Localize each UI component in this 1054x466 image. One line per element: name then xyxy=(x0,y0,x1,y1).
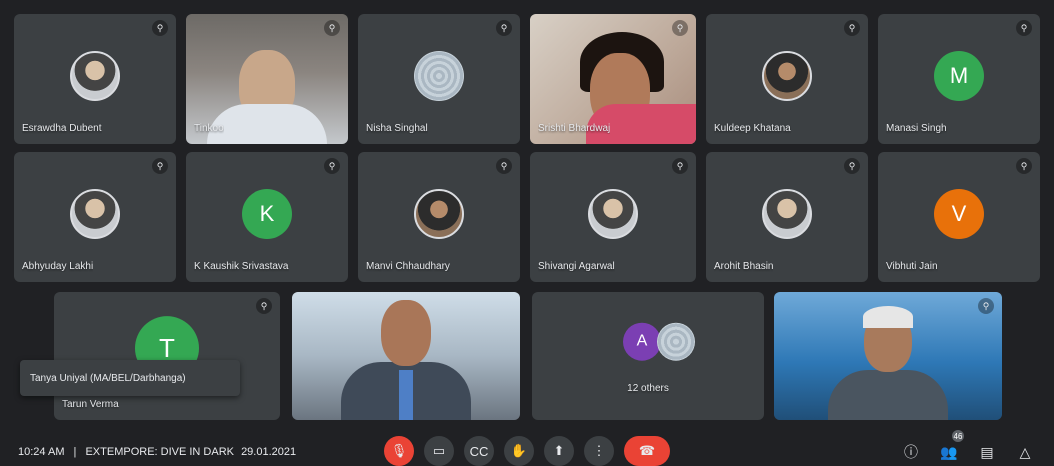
pin-icon[interactable]: ⚲ xyxy=(152,158,168,174)
participant-name: K Kaushik Srivastava xyxy=(194,261,289,272)
pin-icon[interactable]: ⚲ xyxy=(672,20,688,36)
others-avatar-a: A xyxy=(623,322,661,361)
activities-button[interactable]: △ xyxy=(1014,442,1036,462)
pin-icon[interactable]: ⚲ xyxy=(256,298,272,314)
info-icon: ⓘ xyxy=(904,444,918,460)
name-tooltip: Tanya Uniyal (MA/BEL/Darbhanga) xyxy=(20,360,240,396)
participant-tile[interactable]: M ⚲ Manasi Singh xyxy=(878,14,1040,144)
participant-name: Tinkoo xyxy=(194,123,224,134)
present-icon: ⬆ xyxy=(553,443,565,458)
participant-video xyxy=(292,292,520,420)
chat-button[interactable]: ▤ xyxy=(976,442,998,462)
participant-avatar xyxy=(414,51,464,101)
end-call-icon: ☎ xyxy=(638,443,656,458)
pin-icon[interactable]: ⚲ xyxy=(1016,20,1032,36)
participant-tile[interactable]: K ⚲ K Kaushik Srivastava xyxy=(186,152,348,282)
participant-name: Manvi Chhaudhary xyxy=(366,261,450,272)
pin-icon[interactable]: ⚲ xyxy=(844,158,860,174)
participant-tile[interactable]: ⚲ Shivangi Agarwal xyxy=(530,152,696,282)
participant-tile[interactable]: ⚲ Abhyuday Lakhi xyxy=(14,152,176,282)
participant-name: Shivangi Agarwal xyxy=(538,261,615,272)
meeting-date: 29.01.2021 xyxy=(241,446,297,458)
participant-avatar xyxy=(588,189,638,239)
pin-icon[interactable]: ⚲ xyxy=(324,20,340,36)
participant-avatar: K xyxy=(242,189,292,239)
participant-avatar: V xyxy=(934,189,984,239)
participant-avatar xyxy=(414,189,464,239)
pin-icon[interactable]: ⚲ xyxy=(672,158,688,174)
meeting-time: 10:24 AM xyxy=(18,446,65,458)
participant-tile[interactable]: ⚲ Arohit Bhasin xyxy=(706,152,868,282)
participant-tile-others[interactable]: A 12 others xyxy=(532,292,764,420)
participant-name: Arohit Bhasin xyxy=(714,261,774,272)
people-button[interactable]: 👥 xyxy=(938,442,960,462)
people-icon: 👥 xyxy=(940,443,958,460)
pin-icon[interactable]: ⚲ xyxy=(844,20,860,36)
participant-tile[interactable]: ⚲ xyxy=(774,292,1002,420)
pin-icon[interactable]: ⚲ xyxy=(496,158,512,174)
hand-icon: ✋ xyxy=(510,443,528,458)
camera-icon: ▭ xyxy=(432,443,446,458)
pin-icon[interactable]: ⚲ xyxy=(978,298,994,314)
participant-tile[interactable]: V ⚲ Vibhuti Jain xyxy=(878,152,1040,282)
participant-avatar: M xyxy=(934,51,984,101)
meeting-title: EXTEMPORE: DIVE IN DARK xyxy=(85,446,234,458)
pin-icon[interactable]: ⚲ xyxy=(496,20,512,36)
participant-name: Tarun Verma xyxy=(62,399,119,410)
participant-tile[interactable]: ⚲ Manvi Chhaudhary xyxy=(358,152,520,282)
participant-avatar xyxy=(70,189,120,239)
participant-tile[interactable]: ⚲ Esrawdha Dubent xyxy=(14,14,176,144)
participant-avatar xyxy=(70,51,120,101)
participant-name: Vibhuti Jain xyxy=(886,261,938,272)
participant-tile[interactable]: ⚲ Tinkoo xyxy=(186,14,348,144)
participant-tile[interactable]: T ⚲ Tarun Verma xyxy=(54,292,280,420)
participant-tile[interactable]: ⚲ Nisha Singhal xyxy=(358,14,520,144)
captions-icon: CC xyxy=(469,443,489,459)
participant-avatar xyxy=(762,189,812,239)
participant-video xyxy=(774,292,1002,420)
separator: | xyxy=(73,446,77,458)
participant-name: Manasi Singh xyxy=(886,123,947,134)
participant-name: Srishti Bhardwaj xyxy=(538,123,611,134)
participant-name: Kuldeep Khatana xyxy=(714,123,791,134)
participant-count-badge: 46 xyxy=(952,430,964,442)
mic-off-icon: 🎙 xyxy=(390,443,408,458)
participant-tile[interactable]: ⚲ Kuldeep Khatana xyxy=(706,14,868,144)
participant-name: Abhyuday Lakhi xyxy=(22,261,94,272)
pin-icon[interactable]: ⚲ xyxy=(1016,158,1032,174)
participant-name: Nisha Singhal xyxy=(366,123,428,134)
participant-avatar xyxy=(762,51,812,101)
participant-tile[interactable]: ⚲ Srishti Bhardwaj xyxy=(530,14,696,144)
activities-icon: △ xyxy=(1019,443,1031,460)
info-button[interactable]: ⓘ xyxy=(900,442,922,462)
participant-name: Esrawdha Dubent xyxy=(22,123,102,134)
more-vert-icon: ⋮ xyxy=(592,443,606,458)
others-count: 12 others xyxy=(627,383,669,394)
pin-icon[interactable]: ⚲ xyxy=(324,158,340,174)
meeting-info: 10:24 AM | EXTEMPORE: DIVE IN DARK 29.01… xyxy=(18,446,296,458)
others-avatar-b xyxy=(657,322,695,361)
chat-icon: ▤ xyxy=(980,443,994,460)
participant-tile[interactable] xyxy=(292,292,520,420)
pin-icon[interactable]: ⚲ xyxy=(152,20,168,36)
